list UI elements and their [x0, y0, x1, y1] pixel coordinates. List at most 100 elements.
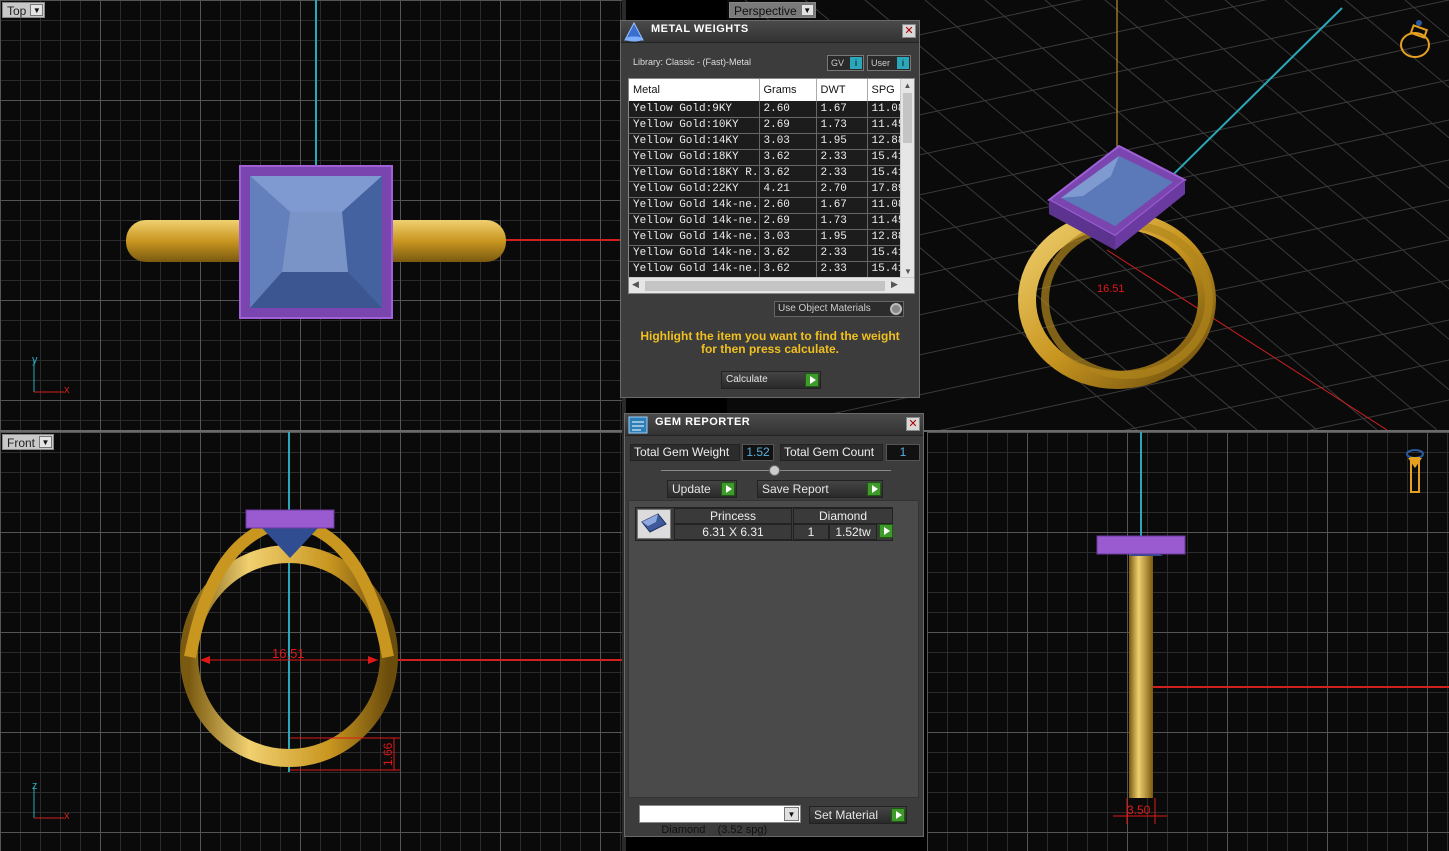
gem-reporter-titlebar[interactable]: GEM REPORTER ✕ [625, 414, 923, 436]
viewport-front[interactable]: 16.51 1.66 Front ▼ z x [0, 432, 622, 851]
axis-x-label: x [64, 810, 70, 822]
column-header-metal[interactable]: Metal [629, 79, 760, 101]
cell-metal: Yellow Gold:10KY [629, 117, 760, 134]
table-row[interactable]: Yellow Gold 14k-ne...2.691.7311.45 [629, 213, 902, 230]
viewport-perspective-label[interactable]: Perspective ▼ [729, 2, 816, 18]
cell-dwt: 2.33 [816, 261, 868, 278]
cell-grams: 3.62 [759, 149, 817, 166]
viewport-front-label[interactable]: Front ▼ [2, 434, 55, 450]
scrollbar-thumb[interactable] [903, 93, 912, 143]
axis-z-label: z [32, 780, 38, 792]
cell-dwt: 2.33 [816, 245, 868, 262]
cell-grams: 3.62 [759, 165, 817, 182]
chevron-down-icon[interactable]: ▼ [800, 4, 814, 16]
table-row[interactable]: Yellow Gold 14k-ne...2.601.6711.08 [629, 197, 902, 214]
scroll-right-icon[interactable]: ▶ [891, 279, 898, 290]
gem-material: Diamond [793, 508, 893, 524]
set-material-button-label: Set Material [814, 808, 879, 822]
scroll-up-icon[interactable]: ▲ [901, 79, 914, 93]
info-icon: i [897, 57, 909, 69]
metal-weights-icon [624, 22, 644, 42]
cell-dwt: 1.67 [816, 197, 868, 214]
front-view-canvas: 16.51 1.66 [33, 432, 622, 819]
table-row[interactable]: Yellow Gold 14k-ne...3.622.3315.41 [629, 261, 902, 278]
cell-metal: Yellow Gold 14k-ne... [629, 245, 760, 262]
viewport-top-label-text: Top [7, 4, 27, 18]
gv-toggle[interactable]: GV i [827, 55, 864, 71]
calculate-button[interactable]: Calculate [721, 371, 821, 389]
play-icon [879, 524, 893, 538]
save-report-button-label: Save Report [762, 482, 829, 496]
gem-reporter-title: GEM REPORTER [655, 416, 751, 428]
column-header-dwt[interactable]: DWT [816, 79, 868, 101]
total-gem-count-label: Total Gem Count [780, 444, 883, 461]
side-dimension-label: 3.50 [1127, 803, 1151, 817]
cell-metal: Yellow Gold:18KY [629, 149, 760, 166]
cell-metal: Yellow Gold:18KY R... [629, 165, 760, 182]
total-gem-weight-label: Total Gem Weight [630, 444, 740, 461]
metal-weights-titlebar[interactable]: METAL WEIGHTS ✕ [621, 21, 919, 43]
cell-spg: 12.88 [867, 133, 902, 150]
table-row[interactable]: Yellow Gold:22KY4.212.7017.89 [629, 181, 902, 198]
cell-metal: Yellow Gold:9KY [629, 101, 760, 118]
cell-metal: Yellow Gold:22KY [629, 181, 760, 198]
cell-grams: 2.69 [759, 117, 817, 134]
close-icon[interactable]: ✕ [902, 24, 916, 38]
use-object-materials-toggle[interactable]: Use Object Materials [774, 301, 904, 317]
set-material-button[interactable]: Set Material [809, 806, 907, 824]
cell-metal: Yellow Gold 14k-ne... [629, 213, 760, 230]
cell-dwt: 1.67 [816, 101, 868, 118]
update-button[interactable]: Update [667, 480, 737, 498]
princess-cut-icon [641, 513, 667, 533]
cell-spg: 11.08 [867, 197, 902, 214]
table-row[interactable]: Yellow Gold:18KY3.622.3315.41 [629, 149, 902, 166]
column-header-spg[interactable]: SPG [867, 79, 902, 101]
viewport-top[interactable]: Top ▼ y x [0, 0, 622, 430]
table-row[interactable]: Yellow Gold:14KY3.031.9512.88 [629, 133, 902, 150]
calculate-button-label: Calculate [726, 374, 768, 385]
slider-handle[interactable] [769, 465, 780, 476]
close-icon[interactable]: ✕ [906, 417, 920, 431]
chevron-down-icon[interactable]: ▼ [30, 4, 44, 16]
gv-toggle-label: GV [831, 58, 845, 68]
viewport-front-label-text: Front [7, 436, 36, 450]
gem-select-button[interactable] [877, 524, 893, 540]
play-icon [867, 482, 881, 496]
user-toggle[interactable]: User i [867, 55, 911, 71]
chevron-down-icon[interactable]: ▼ [39, 436, 53, 448]
axis-x-label: x [64, 384, 70, 396]
table-row[interactable]: Yellow Gold:10KY2.691.7311.45 [629, 117, 902, 134]
horizontal-scrollbar[interactable]: ◀ ▶ [629, 277, 914, 293]
save-report-button[interactable]: Save Report [757, 480, 883, 498]
hscrollbar-thumb[interactable] [645, 281, 885, 291]
material-select[interactable]: Diamond (3.52 spg) ▼ [639, 805, 801, 836]
front-width-dimension: 16.51 [272, 646, 305, 661]
chevron-down-icon[interactable]: ▼ [784, 807, 799, 821]
table-row[interactable]: Yellow Gold:18KY R...3.622.3315.41 [629, 165, 902, 182]
cell-metal: Yellow Gold 14k-ne... [629, 229, 760, 246]
cell-spg: 15.41 [867, 165, 902, 182]
viewport-top-label[interactable]: Top ▼ [2, 2, 46, 18]
gem-row[interactable]: Princess Diamond 6.31 X 6.31 1 1.52tw [635, 507, 893, 541]
radio-icon[interactable] [890, 303, 902, 315]
cell-metal: Yellow Gold:14KY [629, 133, 760, 150]
info-icon: i [850, 57, 862, 69]
scroll-left-icon[interactable]: ◀ [632, 279, 639, 290]
cell-spg: 15.41 [867, 149, 902, 166]
table-row[interactable]: Yellow Gold:9KY2.601.6711.08 [629, 101, 902, 118]
play-icon [891, 808, 905, 822]
gem-list-area: Princess Diamond 6.31 X 6.31 1 1.52tw [628, 500, 919, 798]
cell-grams: 3.03 [759, 133, 817, 150]
table-row[interactable]: Yellow Gold 14k-ne...3.622.3315.41 [629, 245, 902, 262]
vertical-scrollbar[interactable]: ▲ ▼ [900, 79, 914, 279]
cell-spg: 11.08 [867, 101, 902, 118]
top-view-canvas [33, 0, 622, 393]
cell-spg: 15.41 [867, 261, 902, 278]
cell-dwt: 2.33 [816, 149, 868, 166]
table-row[interactable]: Yellow Gold 14k-ne...3.031.9512.88 [629, 229, 902, 246]
viewport-perspective-label-text: Perspective [734, 4, 797, 18]
viewport-side[interactable]: 3.50 [927, 432, 1449, 851]
metal-weights-panel: METAL WEIGHTS ✕ Library: Classic - (Fast… [620, 20, 920, 398]
library-label: Library: Classic - (Fast)-Metal [633, 57, 752, 67]
column-header-grams[interactable]: Grams [759, 79, 817, 101]
